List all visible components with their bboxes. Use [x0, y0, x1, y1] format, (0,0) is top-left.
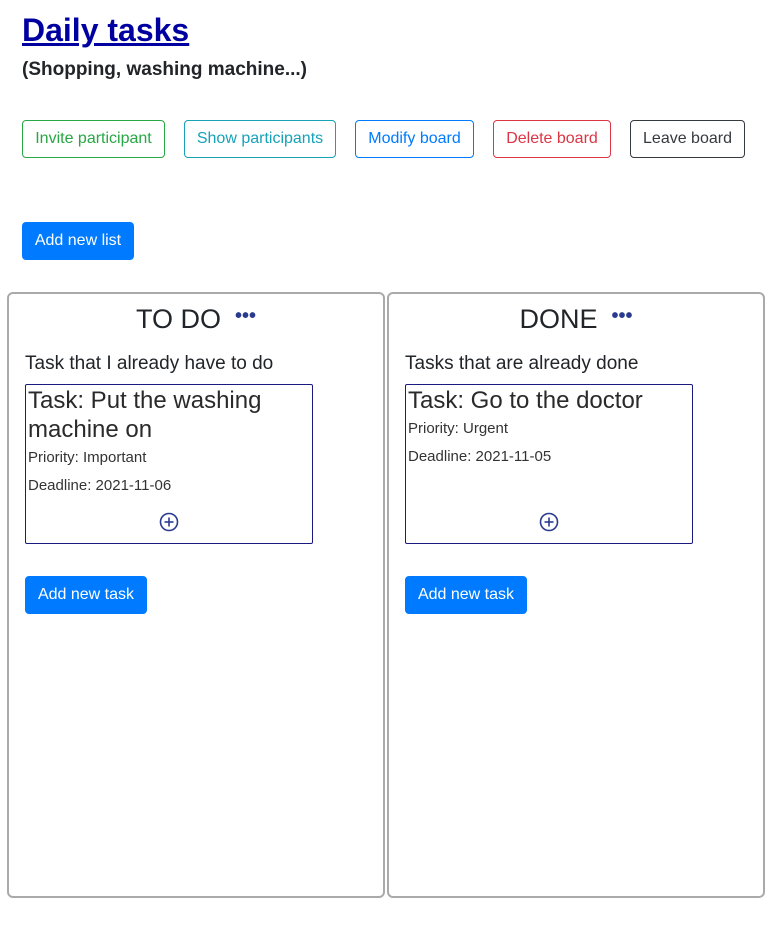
leave-board-button[interactable]: Leave board: [630, 120, 745, 158]
show-participants-button[interactable]: Show participants: [184, 120, 336, 158]
list-todo: TO DO ••• Task that I already have to do…: [7, 292, 385, 898]
task-priority: Priority: Important: [28, 449, 147, 466]
list-description: Task that I already have to do: [25, 353, 274, 374]
task-card[interactable]: Task: Put the washing machine on Priorit…: [25, 384, 313, 544]
add-new-task-button[interactable]: Add new task: [25, 576, 147, 614]
list-description: Tasks that are already done: [405, 353, 639, 374]
board-title[interactable]: Daily tasks: [22, 10, 189, 50]
task-priority: Priority: Urgent: [408, 420, 509, 437]
task-title: Task: Go to the doctor: [408, 387, 643, 414]
list-title: TO DO: [135, 304, 221, 334]
task-deadline: Deadline: 2021-11-05: [408, 448, 552, 465]
add-new-task-button[interactable]: Add new task: [405, 576, 527, 614]
plus-circle-icon[interactable]: [539, 512, 559, 532]
list-done: DONE ••• Tasks that are already done Tas…: [387, 292, 765, 898]
board-description: (Shopping, washing machine...): [22, 59, 308, 80]
list-title: DONE: [519, 304, 598, 334]
list-header: TO DO •••: [9, 302, 383, 336]
task-card[interactable]: Task: Go to the doctor Priority: Urgent …: [405, 384, 693, 544]
list-header: DONE •••: [389, 302, 763, 336]
more-dots-icon[interactable]: •••: [612, 306, 633, 326]
plus-circle-icon[interactable]: [159, 512, 179, 532]
modify-board-button[interactable]: Modify board: [355, 120, 474, 158]
add-new-list-button[interactable]: Add new list: [22, 222, 134, 260]
more-dots-icon[interactable]: •••: [235, 306, 256, 326]
task-deadline: Deadline: 2021-11-06: [28, 477, 172, 494]
invite-participant-button[interactable]: Invite participant: [22, 120, 165, 158]
task-title: Task: Put the washing machine on: [28, 387, 262, 443]
delete-board-button[interactable]: Delete board: [493, 120, 611, 158]
